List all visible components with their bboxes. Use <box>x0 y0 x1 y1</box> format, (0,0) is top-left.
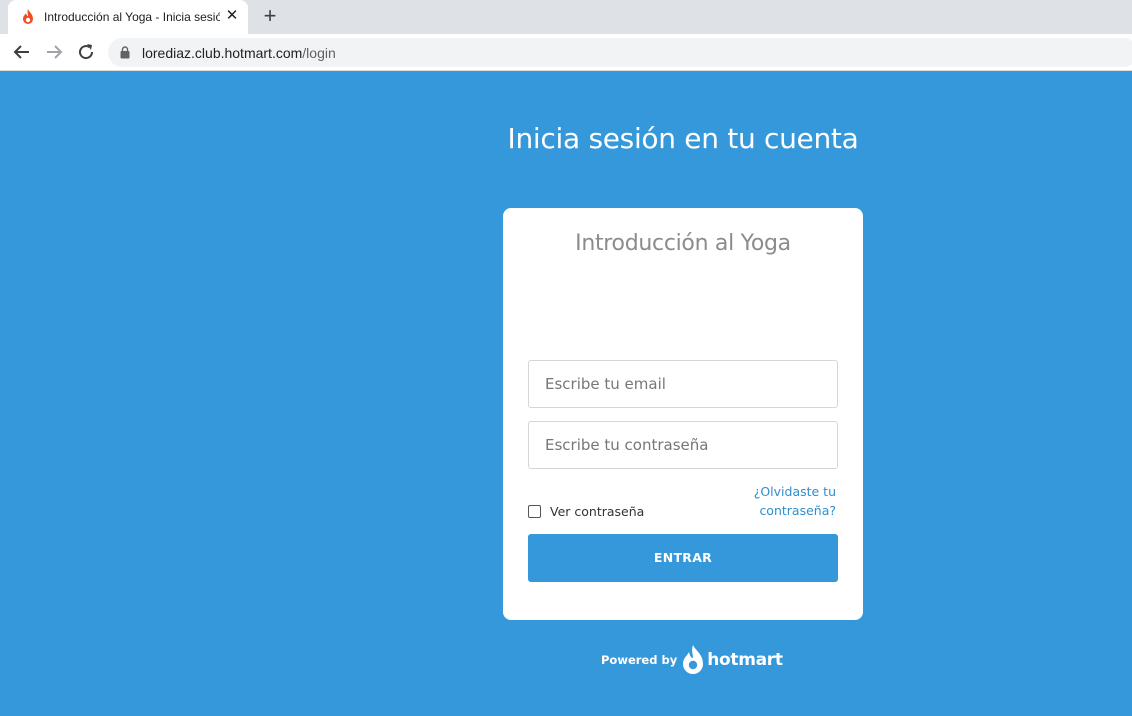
hotmart-logo-text: hotmart <box>707 650 783 670</box>
arrow-left-icon[interactable] <box>10 40 34 64</box>
url-host: lorediaz.club.hotmart.com <box>142 45 303 61</box>
email-field-wrapper <box>528 360 838 408</box>
show-password-toggle[interactable]: Ver contraseña <box>528 503 644 519</box>
browser-tab-bar: Introducción al Yoga - Inicia sesión ✕ + <box>0 0 1132 34</box>
password-field[interactable] <box>529 422 837 468</box>
hotmart-flame-icon <box>683 645 704 674</box>
hotmart-flame-icon <box>23 9 33 24</box>
login-card: Introducción al Yoga ¿Olvidaste tu contr… <box>503 208 863 620</box>
url-text: lorediaz.club.hotmart.com/login <box>142 45 336 61</box>
address-bar[interactable]: lorediaz.club.hotmart.com/login <box>108 38 1132 67</box>
powered-by-hotmart[interactable]: Powered by hotmart <box>601 645 783 675</box>
url-path: /login <box>302 45 336 61</box>
arrow-right-icon[interactable] <box>42 40 66 64</box>
browser-toolbar: lorediaz.club.hotmart.com/login <box>0 34 1132 71</box>
login-button[interactable]: ENTRAR <box>528 534 838 582</box>
club-title: Introducción al Yoga <box>575 231 791 256</box>
reload-icon[interactable] <box>74 40 98 64</box>
show-password-checkbox[interactable] <box>528 504 541 518</box>
show-password-label[interactable]: Ver contraseña <box>550 504 644 519</box>
lock-icon <box>120 46 130 59</box>
tab-title: Introducción al Yoga - Inicia sesión <box>44 10 220 24</box>
powered-by-label: Powered by <box>601 653 678 667</box>
password-field-wrapper <box>528 421 838 469</box>
close-tab-icon[interactable]: ✕ <box>224 8 240 24</box>
page-title: Inicia sesión en tu cuenta <box>507 122 859 155</box>
new-tab-button[interactable]: + <box>260 5 280 27</box>
browser-tab[interactable]: Introducción al Yoga - Inicia sesión ✕ <box>8 0 248 34</box>
email-field[interactable] <box>529 361 837 407</box>
forgot-password-link[interactable]: ¿Olvidaste tu contraseña? <box>716 482 836 520</box>
